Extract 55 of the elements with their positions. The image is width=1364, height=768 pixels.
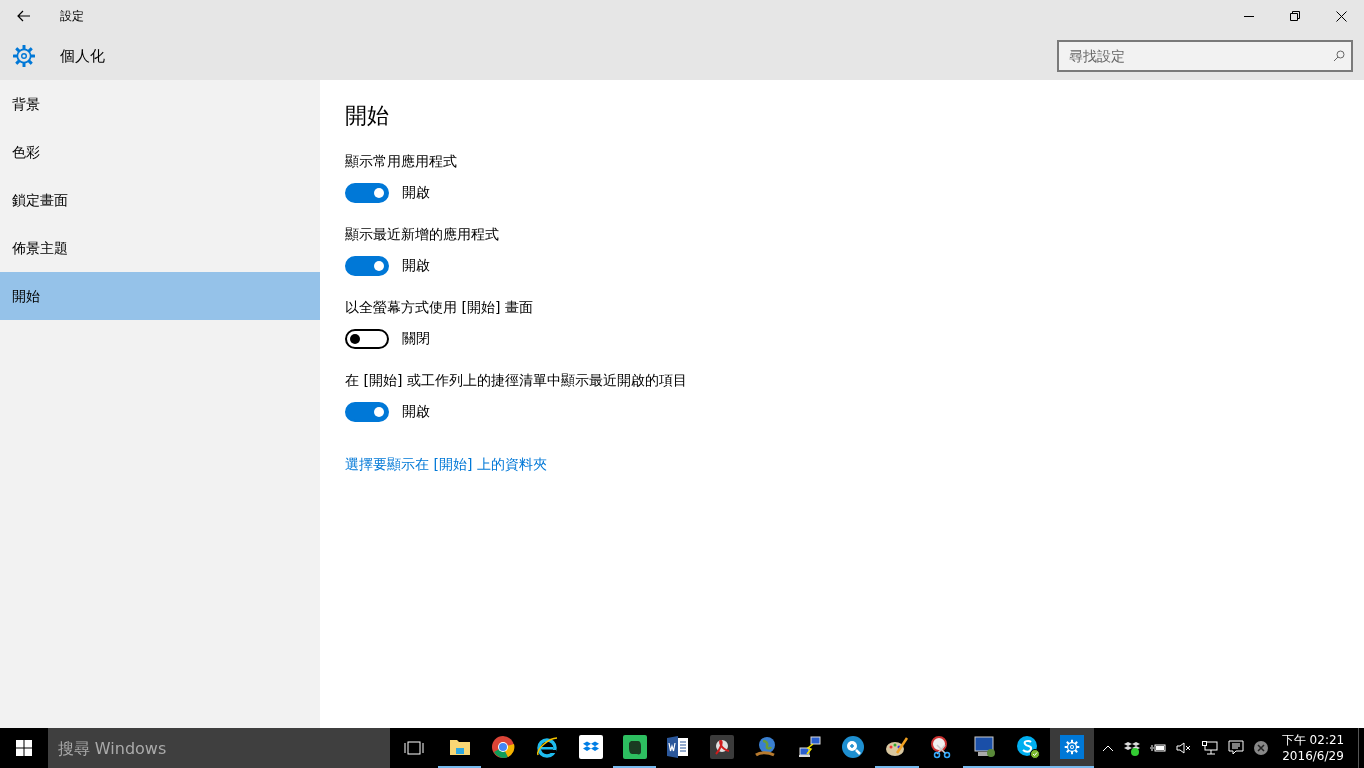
clock-time[interactable]: 下午 02:21 — [1281, 732, 1345, 748]
globe-icon[interactable] — [753, 735, 778, 759]
sidebar-item[interactable]: 開始 — [0, 272, 320, 320]
close-circle-icon[interactable] — [1254, 741, 1268, 755]
setting-label: 在 [開始] 或工作列上的捷徑清單中顯示最近開啟的項目 — [345, 371, 688, 389]
toggle-switch[interactable] — [345, 328, 389, 349]
toggle-switch[interactable] — [345, 401, 389, 422]
gear-icon — [1064, 739, 1081, 755]
close-icon — [1335, 10, 1347, 22]
taskbar-app[interactable] — [1050, 728, 1094, 768]
magnifier-plus-icon[interactable] — [841, 735, 866, 759]
notification-icon[interactable] — [1228, 740, 1244, 756]
clock-date[interactable]: 2016/6/29 — [1282, 748, 1344, 764]
box-status-icon[interactable] — [1124, 740, 1140, 756]
toggle-state: 開啟 — [402, 256, 430, 275]
restore-icon — [1290, 11, 1300, 21]
gear-icon — [12, 44, 36, 68]
search-icon — [1333, 50, 1345, 62]
minimize-icon — [1244, 15, 1254, 17]
battery-plug-icon[interactable] — [1150, 742, 1166, 754]
settings-icon[interactable] — [1060, 735, 1085, 759]
pdf-reader-icon[interactable] — [710, 735, 735, 759]
window-title: 設定 — [60, 8, 84, 25]
network-computers-icon[interactable] — [797, 735, 822, 759]
toggle-state: 開啟 — [402, 183, 430, 202]
palette-icon[interactable] — [885, 735, 910, 759]
toggle-switch[interactable] — [345, 182, 389, 203]
page-title: 個人化 — [60, 45, 105, 67]
folders-link[interactable]: 選擇要顯示在 [開始] 上的資料夾 — [345, 456, 547, 472]
section-heading: 開始 — [345, 102, 390, 130]
toggle-state: 關閉 — [402, 329, 430, 348]
sidebar-item[interactable]: 佈景主題 — [0, 224, 320, 272]
task-view-icon — [402, 741, 425, 755]
monitor-icon[interactable] — [972, 735, 997, 759]
sidebar-item[interactable]: 鎖定畫面 — [0, 176, 320, 224]
toggle-switch[interactable] — [345, 255, 389, 276]
speaker-muted-icon[interactable] — [1176, 742, 1192, 754]
back-arrow-icon — [17, 10, 31, 22]
toggle-state: 開啟 — [402, 402, 430, 421]
chevron-up-icon[interactable] — [1102, 744, 1114, 752]
taskbar-search-field[interactable]: 搜尋 Windows — [47, 728, 390, 768]
sidebar-item[interactable]: 色彩 — [0, 128, 320, 176]
setting-label: 顯示最近新增的應用程式 — [345, 225, 500, 243]
search-field[interactable]: 尋找設定 — [1057, 40, 1353, 72]
browser-icon[interactable] — [491, 735, 516, 759]
setting-label: 以全螢幕方式使用 [開始] 畫面 — [345, 298, 534, 316]
chat-s-icon[interactable] — [1016, 735, 1041, 759]
network-icon[interactable] — [1202, 741, 1218, 755]
setting-label: 顯示常用應用程式 — [345, 152, 458, 170]
box-icon[interactable] — [578, 735, 603, 759]
browser-e-icon[interactable] — [535, 735, 560, 759]
windows-logo-icon — [15, 740, 32, 756]
scissors-icon[interactable] — [928, 735, 953, 759]
document-w-icon[interactable] — [666, 735, 691, 759]
sidebar-item[interactable]: 背景 — [0, 80, 320, 128]
